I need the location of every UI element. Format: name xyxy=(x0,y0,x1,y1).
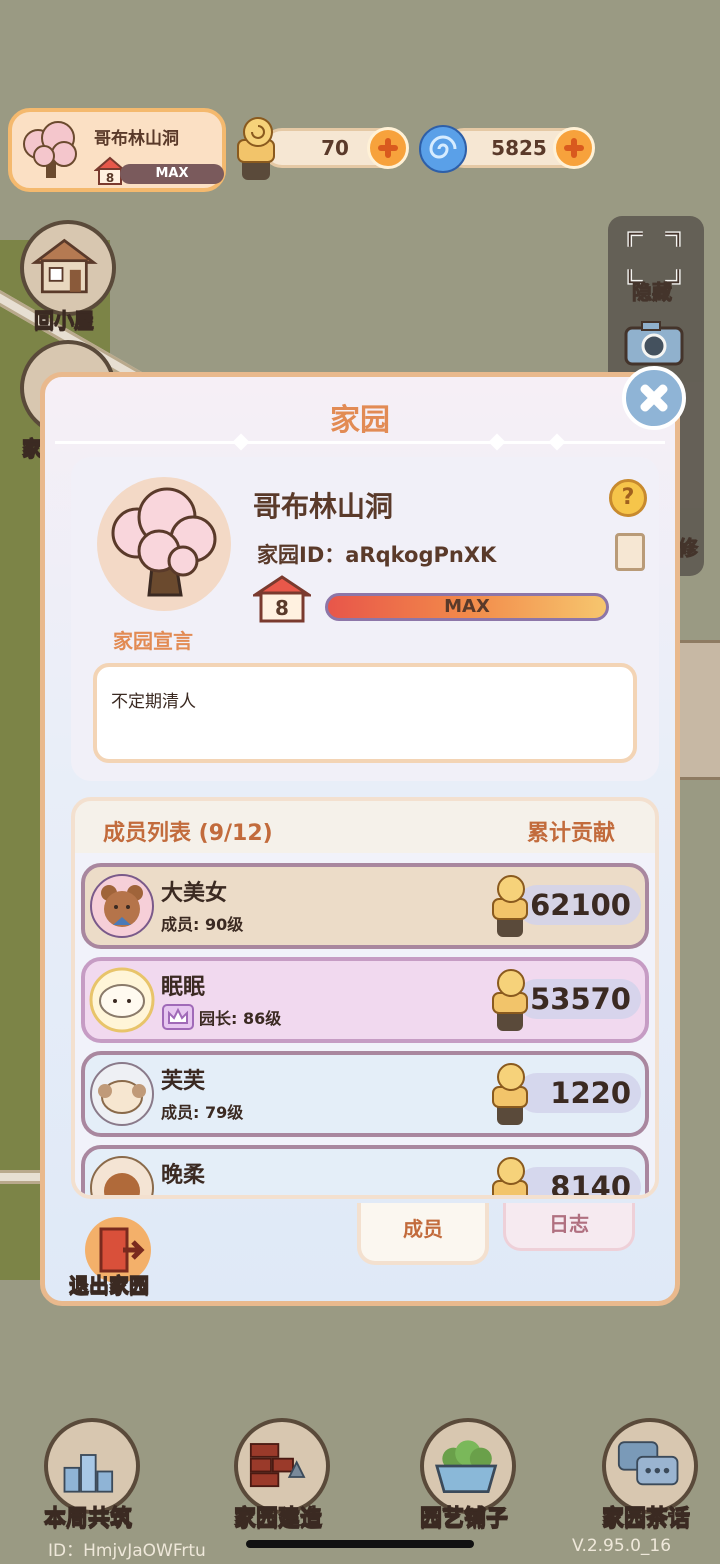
garden-exp-bar: MAX xyxy=(325,593,609,621)
member-role: 园长: 86级 xyxy=(199,1009,282,1028)
snail-coin-icon xyxy=(492,1063,528,1125)
garden-avatar xyxy=(97,477,231,611)
house-icon xyxy=(30,238,98,294)
back-home-button[interactable] xyxy=(20,220,116,316)
chat-bubbles-icon xyxy=(617,1441,679,1486)
member-role: 成员: 79级 xyxy=(161,1103,244,1122)
decorate-label: 修 xyxy=(678,536,699,561)
bear-avatar-icon xyxy=(90,874,154,938)
member-role: 成员: 90级 xyxy=(161,915,244,934)
garden-build-label: 家园建造 xyxy=(233,1506,323,1532)
member-contribution: 8140 xyxy=(517,1167,641,1195)
add-snail-currency-button[interactable] xyxy=(367,127,409,169)
version-label: V.2.95.0_16 xyxy=(572,1536,672,1556)
garden-id: 家园ID：aRqkogPnXK xyxy=(257,543,497,567)
snail-coin-icon xyxy=(492,1157,528,1195)
member-row[interactable]: 眠眠 园长: 86级 53570 xyxy=(81,957,649,1043)
contribution-header: 累计贡献 xyxy=(526,821,615,846)
garden-info-card: 家园宣言 哥布林山洞 家园ID：aRqkogPnXK ? 8 MAX 不定期清人 xyxy=(71,457,659,781)
snail-coin-icon xyxy=(492,969,528,1031)
help-icon[interactable]: ? xyxy=(609,479,647,517)
modal-title: 家园 xyxy=(330,403,390,438)
back-home-label: 回小屋 xyxy=(34,308,95,333)
member-name: 大美女 xyxy=(161,881,228,906)
garden-side-label: 家 xyxy=(22,436,43,461)
garden-level-house-icon: 8 xyxy=(253,575,311,623)
ram-avatar-icon xyxy=(90,1062,154,1126)
member-contribution: 53570 xyxy=(517,979,641,1019)
garden-level-number: 8 xyxy=(275,596,289,620)
member-name: 眠眠 xyxy=(161,975,206,1000)
add-swirl-currency-button[interactable] xyxy=(553,127,595,169)
close-button[interactable] xyxy=(622,366,686,430)
member-row[interactable]: 大美女 成员: 90级 62100 xyxy=(81,863,649,949)
members-list[interactable]: 大美女 成员: 90级 62100 眠眠 园长: 86级 53570 芙芙 成员… xyxy=(75,853,655,1195)
member-name: 晚柔 xyxy=(161,1163,206,1188)
planter-icon xyxy=(435,1440,498,1494)
garden-shop-label: 园艺铺子 xyxy=(419,1506,509,1532)
member-contribution: 62100 xyxy=(517,885,641,925)
home-indicator[interactable] xyxy=(246,1540,474,1548)
garden-name: 哥布林山洞 xyxy=(94,129,179,149)
exit-garden-label: 退出家园 xyxy=(69,1273,150,1298)
garden-modal: 家园 家园宣言 哥布林山洞 家园ID：aRqkogPnXK ? 8 MAX 不定… xyxy=(40,372,680,1306)
title-divider xyxy=(55,441,665,444)
bricks-icon xyxy=(249,1443,306,1488)
podium-icon xyxy=(63,1454,114,1493)
snail-coin-icon xyxy=(492,875,528,937)
garden-name-title: 哥布林山洞 xyxy=(253,490,394,523)
tab-log[interactable]: 日志 xyxy=(503,1203,635,1251)
declaration-label: 家园宣言 xyxy=(113,629,193,653)
declaration-text: 不定期清人 xyxy=(111,692,196,712)
camera-icon[interactable] xyxy=(622,318,686,368)
hide-label: 隐藏 xyxy=(632,280,673,305)
level-progress-bar: MAX xyxy=(120,164,224,184)
members-card: 成员列表 (9/12) 累计贡献 大美女 成员: 90级 62100 眠眠 园长… xyxy=(71,797,659,1199)
member-row[interactable]: 晚柔 8140 xyxy=(81,1145,649,1195)
member-name: 芙芙 xyxy=(161,1069,206,1094)
copy-id-icon[interactable] xyxy=(615,533,645,571)
tree-icon xyxy=(23,121,77,178)
member-row[interactable]: 芙芙 成员: 79级 1220 xyxy=(81,1051,649,1137)
user-id: ID：HmjvJaOWFrtu xyxy=(48,1541,206,1561)
garden-summary-card[interactable]: 哥布林山洞 8 MAX xyxy=(8,108,226,192)
garden-path xyxy=(676,640,720,780)
snail-currency[interactable]: 70 xyxy=(262,127,409,169)
members-header: 成员列表 (9/12) xyxy=(103,821,273,846)
member-contribution: 1220 xyxy=(517,1073,641,1113)
cherry-tree-icon xyxy=(111,487,217,597)
declaration-box: 不定期清人 xyxy=(93,663,637,763)
tab-members[interactable]: 成员 xyxy=(357,1203,489,1265)
dog-avatar-icon xyxy=(90,1156,154,1195)
swirl-gem-icon xyxy=(419,125,467,173)
sheep-avatar-icon xyxy=(89,967,155,1033)
garden-chat-label: 家园茶话 xyxy=(601,1506,691,1532)
house-level-number: 8 xyxy=(106,171,114,185)
swirl-currency-value: 5825 xyxy=(491,136,547,160)
weekly-build-label: 本周共筑 xyxy=(43,1506,133,1532)
snail-coin-icon xyxy=(237,117,275,180)
leader-crown-icon xyxy=(162,1004,194,1030)
snail-currency-value: 70 xyxy=(321,136,349,160)
